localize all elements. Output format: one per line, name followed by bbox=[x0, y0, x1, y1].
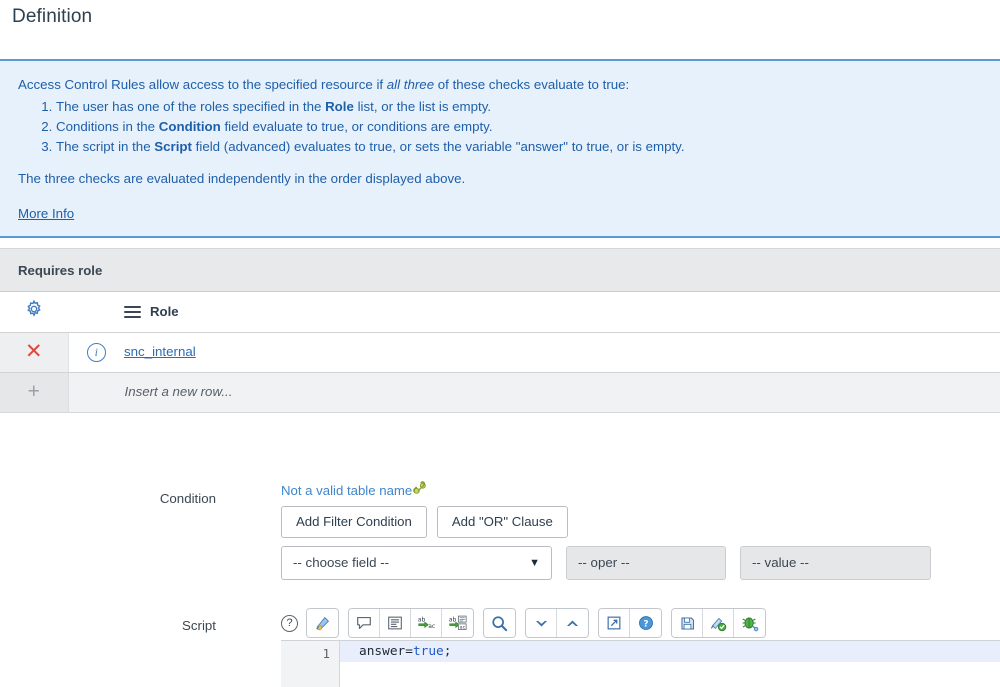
condition-field-row: -- choose field -- ▼ -- oper -- -- value… bbox=[281, 545, 931, 580]
save-script-button[interactable] bbox=[672, 609, 703, 637]
rule-text-before: The script in the bbox=[56, 139, 155, 154]
role-link[interactable]: snc_internal bbox=[124, 344, 196, 359]
add-filter-condition-button[interactable]: Add Filter Condition bbox=[281, 505, 427, 538]
toolbar-group-actions bbox=[671, 608, 766, 638]
column-header-label: Role bbox=[150, 304, 179, 320]
toolbar-group-syntax bbox=[306, 608, 339, 638]
code-keyword: true bbox=[412, 644, 444, 659]
rule-text-after: list, or the list is empty. bbox=[353, 99, 492, 114]
row-delete-cell[interactable]: ✕ bbox=[0, 332, 69, 373]
info-rule-item: The user has one of the roles specified … bbox=[56, 97, 982, 117]
info-rule-item: The script in the Script field (advanced… bbox=[56, 137, 982, 157]
svg-text:?: ? bbox=[643, 620, 648, 630]
definition-page: Definition Access Control Rules allow ac… bbox=[0, 0, 1000, 687]
toggle-comment-button[interactable] bbox=[349, 609, 380, 637]
rule-text-before: The user has one of the roles specified … bbox=[56, 99, 326, 114]
toolbar-group-window: ? bbox=[598, 608, 662, 638]
script-toolbar: ? ab ac ab ac ? bbox=[281, 608, 1000, 638]
line-number: 1 bbox=[322, 646, 330, 661]
rule-text-before: Conditions in the bbox=[56, 119, 159, 134]
search-button[interactable] bbox=[484, 609, 515, 637]
script-help-button[interactable]: ? bbox=[630, 609, 661, 637]
add-or-clause-button[interactable]: Add "OR" Clause bbox=[436, 505, 568, 538]
svg-text:ac: ac bbox=[460, 625, 466, 630]
insert-new-row[interactable]: + Insert a new row... bbox=[0, 372, 1000, 413]
role-table: Role ✕ i snc_internal + Insert a new row… bbox=[0, 292, 1000, 413]
replace-button[interactable]: ab ac bbox=[411, 609, 442, 637]
line-number-gutter: 1 bbox=[281, 641, 340, 687]
rule-text-after: field evaluate to true, or conditions ar… bbox=[220, 119, 493, 134]
debug-script-button[interactable] bbox=[734, 609, 765, 637]
info-intro-after: of these checks evaluate to true: bbox=[434, 77, 630, 92]
page-title: Definition bbox=[12, 6, 93, 27]
choose-field-value: -- choose field -- bbox=[293, 555, 390, 570]
syntax-editor-button[interactable] bbox=[307, 609, 338, 637]
info-intro-emphasis: all three bbox=[386, 77, 435, 92]
info-closing-text: The three checks are evaluated independe… bbox=[18, 171, 466, 186]
find-next-button[interactable] bbox=[526, 609, 557, 637]
table-settings-cell[interactable] bbox=[0, 292, 68, 333]
code-content[interactable]: answer= true; bbox=[340, 641, 1000, 687]
svg-text:ab: ab bbox=[449, 616, 457, 623]
operator-value: -- oper -- bbox=[578, 555, 630, 570]
info-rule-item: Conditions in the Condition field evalua… bbox=[56, 117, 982, 137]
script-label: Script bbox=[182, 618, 216, 633]
chevron-down-icon[interactable]: ▼ bbox=[529, 557, 540, 569]
info-intro: Access Control Rules allow access to the… bbox=[18, 75, 982, 95]
code-line[interactable]: answer= true; bbox=[340, 641, 1000, 662]
info-rules-list: The user has one of the roles specified … bbox=[18, 97, 982, 157]
format-code-button[interactable] bbox=[380, 609, 411, 637]
script-editor-area: ? ab ac ab ac ? bbox=[281, 608, 1000, 638]
x-delete-icon[interactable]: ✕ bbox=[25, 341, 43, 362]
value-input[interactable]: -- value -- bbox=[740, 545, 931, 580]
table-header-row: Role bbox=[0, 292, 1000, 333]
rule-text-after: field (advanced) evaluates to true, or s… bbox=[191, 139, 685, 154]
rule-text-bold: Script bbox=[154, 139, 192, 154]
toolbar-group-search bbox=[483, 608, 516, 638]
info-circle-icon[interactable]: i bbox=[86, 342, 106, 362]
chain-link-icon[interactable] bbox=[413, 481, 428, 499]
table-info-column bbox=[68, 292, 124, 333]
operator-select[interactable]: -- oper -- bbox=[566, 545, 726, 580]
rule-text-bold: Role bbox=[325, 99, 354, 114]
code-prefix: answer= bbox=[359, 644, 413, 659]
related-list-caption: Requires role bbox=[0, 248, 1000, 292]
rule-text-bold: Condition bbox=[158, 119, 221, 134]
insert-plus-cell[interactable]: + bbox=[0, 372, 69, 413]
table-row: ✕ i snc_internal bbox=[0, 332, 1000, 373]
code-editor[interactable]: 1 answer= true; bbox=[281, 640, 1000, 687]
svg-text:ac: ac bbox=[428, 623, 435, 630]
find-previous-button[interactable] bbox=[557, 609, 588, 637]
insert-row-label: Insert a new row... bbox=[124, 384, 233, 399]
info-intro-before: Access Control Rules allow access to the… bbox=[18, 77, 387, 92]
question-mark-icon[interactable]: ? bbox=[281, 614, 298, 632]
requires-role-related-list: Requires role Role ✕ i snc_internal + In… bbox=[0, 248, 1000, 413]
more-info-link[interactable]: More Info bbox=[18, 204, 74, 224]
row-info-cell[interactable]: i bbox=[68, 332, 124, 373]
insert-row-text-cell[interactable]: Insert a new row... bbox=[68, 372, 1000, 413]
invalid-table-message[interactable]: Not a valid table name bbox=[281, 481, 428, 499]
code-suffix: ; bbox=[443, 644, 452, 659]
gear-icon[interactable] bbox=[24, 299, 44, 324]
toolbar-group-navigate bbox=[525, 608, 589, 638]
condition-buttons: Add Filter Condition Add "OR" Clause bbox=[281, 505, 931, 538]
row-role-cell: snc_internal bbox=[124, 332, 1000, 373]
invalid-table-text: Not a valid table name bbox=[281, 482, 413, 498]
table-column-role[interactable]: Role bbox=[124, 292, 1000, 333]
info-banner: Access Control Rules allow access to the… bbox=[0, 59, 1000, 238]
toolbar-group-edit: ab ac ab ac bbox=[348, 608, 474, 638]
condition-label: Condition bbox=[159, 491, 216, 506]
condition-builder: Not a valid table name Add Filter Condit… bbox=[281, 481, 931, 580]
open-fullscreen-button[interactable] bbox=[599, 609, 630, 637]
plus-icon[interactable]: + bbox=[28, 380, 40, 403]
svg-text:ab: ab bbox=[417, 616, 425, 623]
syntax-check-button[interactable] bbox=[703, 609, 734, 637]
value-text: -- value -- bbox=[752, 555, 809, 570]
replace-all-button[interactable]: ab ac bbox=[442, 609, 473, 637]
hamburger-icon[interactable] bbox=[124, 305, 141, 318]
choose-field-select[interactable]: -- choose field -- ▼ bbox=[281, 545, 552, 580]
